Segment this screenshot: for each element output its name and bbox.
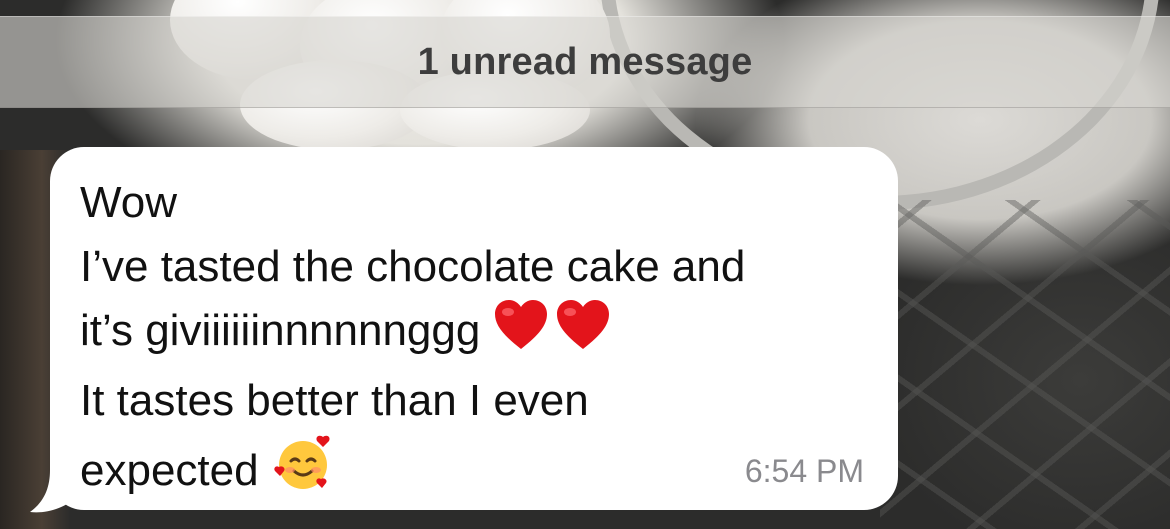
unread-messages-label: 1 unread message — [417, 40, 753, 83]
message-line-text: expected — [80, 446, 259, 495]
message-line: I’ve tasted the chocolate cake and — [80, 242, 746, 291]
message-line-with-hearts: it’s giviiiiiinnnnnnggg — [80, 299, 868, 369]
red-heart-icon — [493, 299, 549, 369]
red-heart-icon — [555, 299, 611, 369]
message-line: It tastes better than I even — [80, 376, 589, 425]
unread-messages-banner: 1 unread message — [0, 16, 1170, 108]
incoming-message-bubble[interactable]: Wow I’ve tasted the chocolate cake and i… — [50, 147, 898, 510]
message-line-text: it’s giviiiiiinnnnnnggg — [80, 306, 481, 355]
smiling-face-with-hearts-icon — [271, 433, 335, 509]
message-line: Wow — [80, 178, 177, 227]
message-timestamp: 6:54 PM — [744, 453, 864, 489]
wallpaper-tiles — [880, 200, 1170, 529]
